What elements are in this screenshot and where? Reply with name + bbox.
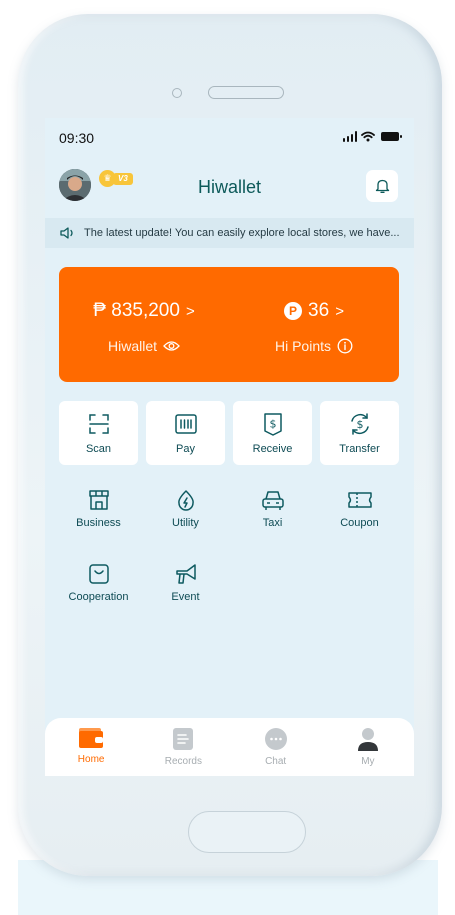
receive-icon: $: [263, 412, 282, 436]
tab-label: Records: [164, 756, 202, 767]
tab-records[interactable]: Records: [137, 718, 229, 776]
receive-button[interactable]: $ Receive: [233, 401, 312, 465]
status-time: 09:30: [59, 130, 95, 146]
quick-actions: Scan Pay $ Receive $ Transfer: [59, 401, 399, 465]
service-event[interactable]: Event: [146, 563, 225, 615]
wallet-label: Hiwallet: [107, 338, 157, 354]
utility-icon: [177, 490, 194, 511]
notice-bar[interactable]: The latest update! You can easily explor…: [45, 218, 414, 248]
tab-my[interactable]: My: [322, 718, 414, 776]
service-coupon[interactable]: Coupon: [320, 489, 399, 541]
records-icon: [173, 728, 194, 750]
chat-icon: [264, 728, 287, 750]
service-taxi[interactable]: Taxi: [233, 489, 312, 541]
service-label: Utility: [172, 517, 199, 529]
service-business[interactable]: Business: [59, 489, 138, 541]
tab-label: Chat: [265, 756, 287, 767]
service-utility[interactable]: Utility: [146, 489, 225, 541]
scan-button[interactable]: Scan: [59, 401, 138, 465]
pay-label: Pay: [176, 442, 195, 455]
pay-button[interactable]: Pay: [146, 401, 225, 465]
info-icon[interactable]: [337, 338, 353, 354]
points-icon: P: [284, 302, 303, 320]
scan-icon: [88, 413, 109, 434]
chevron-right-icon: >: [185, 302, 195, 320]
bag-icon: [88, 564, 109, 584]
megaphone-icon: [175, 564, 196, 584]
app-screen: 09:30 ♛ V3 Hiwallet The latest update! Y…: [45, 118, 414, 776]
barcode-icon: [174, 413, 197, 434]
balance-card: ₱ 835,200 > Hiwallet P 36 > Hi Points: [59, 267, 399, 382]
svg-text:$: $: [269, 417, 276, 430]
points-label: Hi Points: [274, 338, 332, 354]
service-label: Taxi: [262, 517, 283, 529]
eye-icon[interactable]: [163, 340, 180, 352]
page-title: Hiwallet: [197, 177, 262, 197]
speaker-icon: [60, 227, 73, 239]
tab-label: Home: [77, 754, 105, 765]
status-bar: 09:30: [59, 130, 402, 148]
notification-button[interactable]: [366, 170, 398, 202]
points-balance[interactable]: P 36 > Hi Points: [229, 267, 399, 382]
user-icon: [357, 728, 378, 751]
service-cooperation[interactable]: Cooperation: [59, 563, 138, 615]
wallet-amount: ₱ 835,200: [93, 300, 180, 321]
signal-icon: [342, 131, 357, 142]
wifi-icon: [361, 131, 375, 142]
tab-home[interactable]: Home: [45, 718, 137, 776]
notice-text: The latest update! You can easily explor…: [84, 227, 400, 239]
store-icon: [88, 490, 109, 510]
ticket-icon: [347, 492, 372, 508]
wallet-icon: [79, 728, 104, 748]
battery-icon: [381, 132, 402, 141]
tab-label: My: [361, 756, 375, 767]
transfer-icon: $: [350, 412, 369, 435]
service-label: Coupon: [340, 517, 379, 529]
car-icon: [261, 491, 284, 510]
transfer-button[interactable]: $ Transfer: [320, 401, 399, 465]
camera-dot: [172, 88, 182, 98]
tab-chat[interactable]: Chat: [230, 718, 322, 776]
chevron-right-icon: >: [335, 302, 344, 320]
wallet-balance[interactable]: ₱ 835,200 > Hiwallet: [59, 267, 229, 382]
transfer-label: Transfer: [339, 442, 380, 455]
service-label: Event: [171, 591, 200, 603]
scan-label: Scan: [85, 442, 112, 455]
home-hardware-button[interactable]: [188, 811, 306, 853]
service-label: Cooperation: [68, 591, 129, 603]
svg-text:$: $: [356, 418, 363, 431]
points-amount: 36: [308, 300, 330, 321]
service-label: Business: [76, 517, 121, 529]
speaker-slot: [208, 86, 284, 99]
receive-label: Receive: [252, 442, 293, 455]
bell-icon: [375, 179, 389, 193]
tab-bar: Home Records Chat My: [45, 718, 414, 776]
